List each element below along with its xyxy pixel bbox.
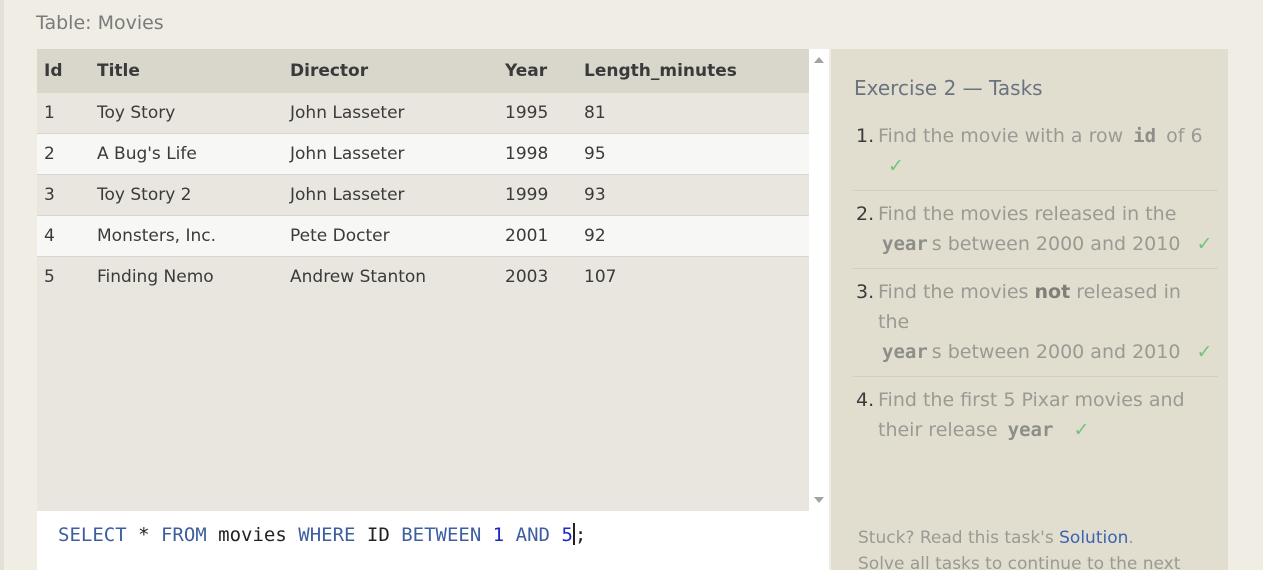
- task-text: Find the movie with a row: [878, 125, 1124, 147]
- checkmark-icon: ✓: [1196, 233, 1213, 255]
- task-item: 3. Find the movies not released in the y…: [853, 277, 1218, 377]
- task-panel: Exercise 2 — Tasks 1. Find the movie wit…: [831, 49, 1228, 570]
- checkmark-icon: ✓: [1073, 419, 1090, 441]
- task-text: s between 2000 and 2010: [931, 233, 1181, 255]
- table-row: 5 Finding Nemo Andrew Stanton 2003 107: [37, 256, 809, 297]
- column-header-year: Year: [505, 49, 584, 93]
- movies-table: Id Title Director Year Length_minutes 1 …: [37, 49, 809, 297]
- cell-length: 92: [584, 215, 809, 257]
- cell-length: 81: [584, 93, 809, 134]
- task-number: 2.: [856, 203, 875, 225]
- table-heading: Table: Movies: [36, 12, 164, 34]
- cell-year: 1998: [505, 133, 584, 175]
- task-number: 3.: [856, 281, 875, 303]
- task-emphasis: not: [1034, 281, 1071, 303]
- task-panel-title: Exercise 2 — Tasks: [854, 76, 1043, 100]
- sql-keyword-between: BETWEEN: [401, 524, 482, 546]
- task-code: year: [882, 233, 928, 255]
- sql-keyword-and: AND: [515, 524, 550, 546]
- cell-title: Monsters, Inc.: [97, 215, 290, 257]
- sqlbolt-exercise-page: Table: Movies Id Title Director Year Len…: [0, 0, 1263, 570]
- cell-id: 2: [37, 133, 97, 175]
- task-text: Find the movies released in the: [878, 203, 1177, 225]
- results-table-panel: Id Title Director Year Length_minutes 1 …: [37, 49, 809, 511]
- task-text: of 6: [1166, 125, 1203, 147]
- sql-keyword-from: FROM: [160, 524, 207, 546]
- footer-period: .: [1128, 528, 1134, 548]
- task-item: 2. Find the movies released in the year s…: [853, 199, 1218, 269]
- task-list: 1. Find the movie with a row id of 6 ✓ 2…: [853, 121, 1218, 462]
- cell-title: Toy Story 2: [97, 174, 290, 216]
- cell-director: John Lasseter: [290, 133, 505, 175]
- checkmark-icon: ✓: [888, 155, 904, 177]
- table-row: 2 A Bug's Life John Lasseter 1998 95: [37, 133, 809, 175]
- column-header-id: Id: [37, 49, 97, 93]
- cell-id: 4: [37, 215, 97, 257]
- task-footer: Stuck? Read this task's Solution. Solve …: [858, 525, 1180, 570]
- sql-keyword-where: WHERE: [298, 524, 356, 546]
- sql-number-high: 5: [561, 524, 573, 546]
- column-header-director: Director: [290, 49, 505, 93]
- table-header-row: Id Title Director Year Length_minutes: [37, 49, 809, 93]
- task-text: Find the movies: [878, 281, 1029, 303]
- cell-year: 1999: [505, 174, 584, 216]
- sql-query-editor[interactable]: SELECT * FROM movies WHERE ID BETWEEN 1 …: [37, 511, 829, 570]
- sql-terminator: ;: [574, 524, 587, 546]
- left-gutter: [0, 0, 4, 570]
- task-item: 1. Find the movie with a row id of 6 ✓: [853, 121, 1218, 191]
- task-code: id: [1133, 125, 1157, 147]
- cell-year: 1995: [505, 93, 584, 134]
- sql-number-low: 1: [492, 524, 505, 546]
- cell-director: John Lasseter: [290, 174, 505, 216]
- sql-query-text[interactable]: SELECT * FROM movies WHERE ID BETWEEN 1 …: [58, 523, 586, 546]
- task-item: 4. Find the first 5 Pixar movies and the…: [853, 385, 1218, 454]
- solution-link[interactable]: Solution: [1059, 528, 1128, 548]
- cell-id: 1: [37, 93, 97, 134]
- table-scrollbar[interactable]: [809, 49, 829, 511]
- scroll-down-arrow-icon[interactable]: [814, 497, 824, 503]
- cell-title: A Bug's Life: [97, 133, 290, 175]
- task-number: 1.: [856, 125, 875, 147]
- column-header-title: Title: [97, 49, 290, 93]
- table-row: 4 Monsters, Inc. Pete Docter 2001 92: [37, 215, 809, 257]
- cell-year: 2003: [505, 256, 584, 297]
- cell-length: 95: [584, 133, 809, 175]
- scroll-up-arrow-icon[interactable]: [814, 57, 824, 63]
- task-code: year: [1007, 419, 1054, 441]
- cell-director: John Lasseter: [290, 93, 505, 134]
- cell-title: Toy Story: [97, 93, 290, 134]
- sql-column: ID: [355, 524, 402, 546]
- sql-keyword-select: SELECT: [58, 524, 127, 546]
- cell-title: Finding Nemo: [97, 256, 290, 297]
- cell-director: Pete Docter: [290, 215, 505, 257]
- task-code: year: [882, 341, 928, 363]
- task-number: 4.: [856, 389, 875, 411]
- cell-id: 3: [37, 174, 97, 216]
- cell-length: 93: [584, 174, 809, 216]
- sql-star: *: [126, 524, 161, 546]
- checkmark-icon: ✓: [1196, 341, 1213, 363]
- table-row: 1 Toy Story John Lasseter 1995 81: [37, 93, 809, 134]
- sql-table-name: movies: [206, 524, 299, 546]
- cell-id: 5: [37, 256, 97, 297]
- cell-length: 107: [584, 256, 809, 297]
- footer-prefix: Stuck? Read this task's: [858, 528, 1054, 548]
- cell-director: Andrew Stanton: [290, 256, 505, 297]
- task-text: s between 2000 and 2010: [931, 341, 1181, 363]
- cell-year: 2001: [505, 215, 584, 257]
- table-row: 3 Toy Story 2 John Lasseter 1999 93: [37, 174, 809, 216]
- column-header-length: Length_minutes: [584, 49, 809, 93]
- footer-line-2: Solve all tasks to continue to the next: [858, 554, 1181, 570]
